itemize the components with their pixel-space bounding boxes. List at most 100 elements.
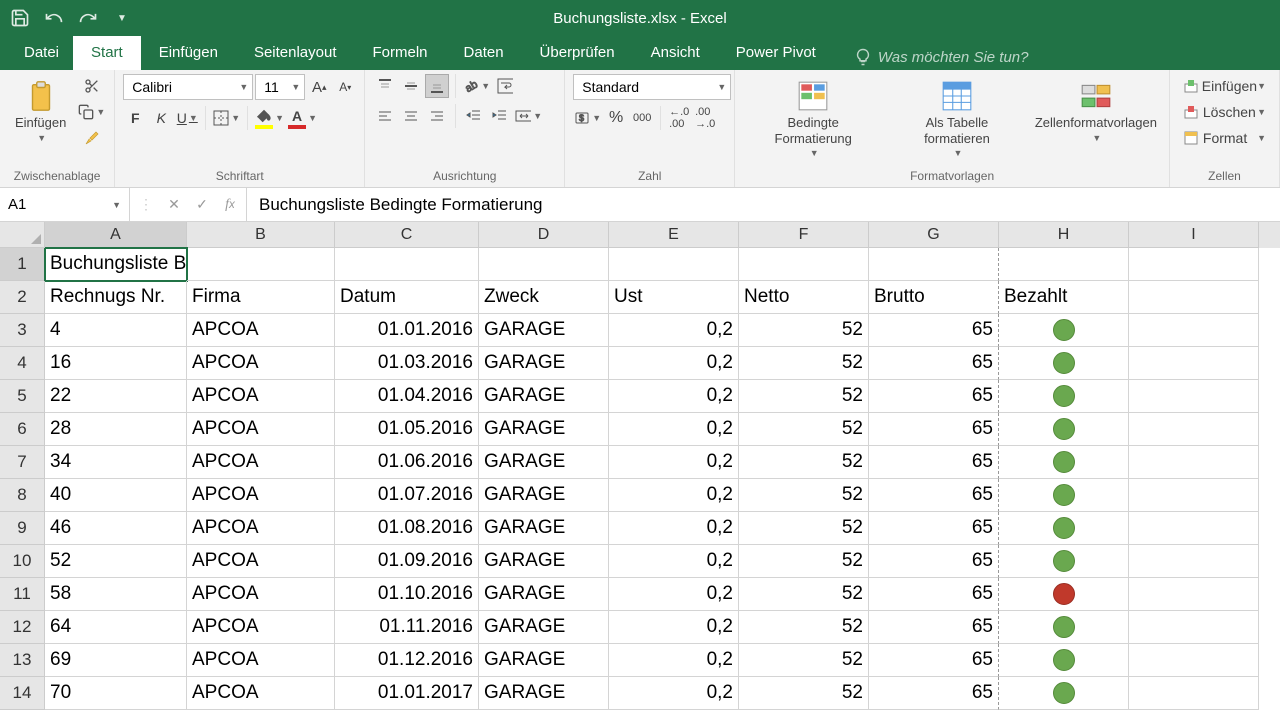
cell[interactable]: 69	[45, 644, 187, 677]
cell[interactable]: APCOA	[187, 446, 335, 479]
align-top-button[interactable]	[373, 74, 397, 98]
cell[interactable]: 65	[869, 380, 999, 413]
row-header-14[interactable]: 14	[0, 677, 45, 710]
cell[interactable]: 0,2	[609, 479, 739, 512]
tab-review[interactable]: Überprüfen	[522, 36, 633, 70]
paid-status-cell[interactable]	[999, 479, 1129, 512]
cell[interactable]: GARAGE	[479, 578, 609, 611]
font-size-combo[interactable]: 11▼	[255, 74, 305, 100]
paid-status-cell[interactable]	[999, 413, 1129, 446]
redo-icon[interactable]	[78, 8, 98, 28]
header-cell[interactable]: Brutto	[869, 281, 999, 314]
cell[interactable]: 01.12.2016	[335, 644, 479, 677]
cell[interactable]: 4	[45, 314, 187, 347]
row-header-2[interactable]: 2	[0, 281, 45, 314]
row-header-4[interactable]: 4	[0, 347, 45, 380]
align-middle-button[interactable]	[399, 74, 423, 98]
cell[interactable]	[1129, 314, 1259, 347]
save-icon[interactable]	[10, 8, 30, 28]
cell[interactable]	[869, 248, 999, 281]
cell[interactable]: 0,2	[609, 512, 739, 545]
cell[interactable]	[739, 248, 869, 281]
cell[interactable]: 0,2	[609, 677, 739, 710]
cell[interactable]: 34	[45, 446, 187, 479]
cell[interactable]: 52	[739, 512, 869, 545]
accounting-format-button[interactable]: $▼	[573, 106, 602, 130]
cell[interactable]: 52	[739, 479, 869, 512]
cell[interactable]: 52	[739, 644, 869, 677]
cell[interactable]	[1129, 578, 1259, 611]
cell-A1[interactable]: Buchungsliste Bedingte Formatierung	[45, 248, 187, 281]
column-header-C[interactable]: C	[335, 222, 479, 248]
cell[interactable]	[1129, 248, 1259, 281]
column-header-H[interactable]: H	[999, 222, 1129, 248]
align-right-button[interactable]	[425, 104, 449, 128]
number-format-combo[interactable]: Standard▼	[573, 74, 731, 100]
cell[interactable]: 01.01.2017	[335, 677, 479, 710]
cell[interactable]: 52	[739, 578, 869, 611]
cell[interactable]: 01.04.2016	[335, 380, 479, 413]
cell[interactable]: 52	[739, 347, 869, 380]
delete-cells-button[interactable]: Löschen▼	[1178, 100, 1271, 124]
italic-button[interactable]: K	[149, 106, 173, 130]
column-header-F[interactable]: F	[739, 222, 869, 248]
bold-button[interactable]: F	[123, 106, 147, 130]
name-box[interactable]: A1▼	[0, 188, 130, 221]
cell[interactable]: 01.08.2016	[335, 512, 479, 545]
cell[interactable]: 65	[869, 677, 999, 710]
tab-formulas[interactable]: Formeln	[355, 36, 446, 70]
cell[interactable]: APCOA	[187, 578, 335, 611]
cell[interactable]: 65	[869, 446, 999, 479]
comma-button[interactable]: 000	[630, 106, 654, 130]
enter-formula-button[interactable]: ✓	[190, 193, 214, 217]
column-header-A[interactable]: A	[45, 222, 187, 248]
cell[interactable]: 65	[869, 644, 999, 677]
cell[interactable]: 01.07.2016	[335, 479, 479, 512]
cell[interactable]: APCOA	[187, 611, 335, 644]
paid-status-cell[interactable]	[999, 380, 1129, 413]
cell[interactable]: 0,2	[609, 413, 739, 446]
cell[interactable]	[1129, 677, 1259, 710]
cell[interactable]	[1129, 611, 1259, 644]
tab-power-pivot[interactable]: Power Pivot	[718, 36, 834, 70]
cell[interactable]: APCOA	[187, 512, 335, 545]
cell[interactable]: 01.09.2016	[335, 545, 479, 578]
align-bottom-button[interactable]	[425, 74, 449, 98]
cell-styles-button[interactable]: Zellenformatvorlagen▼	[1031, 74, 1161, 148]
select-all-corner[interactable]	[0, 222, 45, 248]
row-header-3[interactable]: 3	[0, 314, 45, 347]
column-header-D[interactable]: D	[479, 222, 609, 248]
cell[interactable]: 52	[45, 545, 187, 578]
tab-insert[interactable]: Einfügen	[141, 36, 236, 70]
cell[interactable]: 0,2	[609, 611, 739, 644]
cell[interactable]: APCOA	[187, 677, 335, 710]
cell[interactable]: 52	[739, 545, 869, 578]
format-cells-button[interactable]: Format▼	[1178, 126, 1271, 150]
cell[interactable]: 52	[739, 314, 869, 347]
row-header-13[interactable]: 13	[0, 644, 45, 677]
cell[interactable]	[1129, 380, 1259, 413]
cell[interactable]: APCOA	[187, 413, 335, 446]
orientation-button[interactable]: ab▼	[462, 74, 491, 98]
cell[interactable]: 01.01.2016	[335, 314, 479, 347]
paid-status-cell[interactable]	[999, 347, 1129, 380]
column-header-I[interactable]: I	[1129, 222, 1259, 248]
cell[interactable]: 52	[739, 446, 869, 479]
cell[interactable]: 65	[869, 578, 999, 611]
align-left-button[interactable]	[373, 104, 397, 128]
cell[interactable]: 65	[869, 479, 999, 512]
cell[interactable]	[1129, 479, 1259, 512]
cell[interactable]: APCOA	[187, 479, 335, 512]
cell[interactable]: 22	[45, 380, 187, 413]
undo-icon[interactable]	[44, 8, 64, 28]
cell[interactable]: 65	[869, 413, 999, 446]
row-header-9[interactable]: 9	[0, 512, 45, 545]
paid-status-cell[interactable]	[999, 578, 1129, 611]
paid-status-cell[interactable]	[999, 314, 1129, 347]
cell[interactable]	[1129, 413, 1259, 446]
cell[interactable]	[1129, 347, 1259, 380]
cell[interactable]: 65	[869, 512, 999, 545]
cell[interactable]	[335, 248, 479, 281]
cell[interactable]: 0,2	[609, 347, 739, 380]
cell[interactable]: 52	[739, 380, 869, 413]
